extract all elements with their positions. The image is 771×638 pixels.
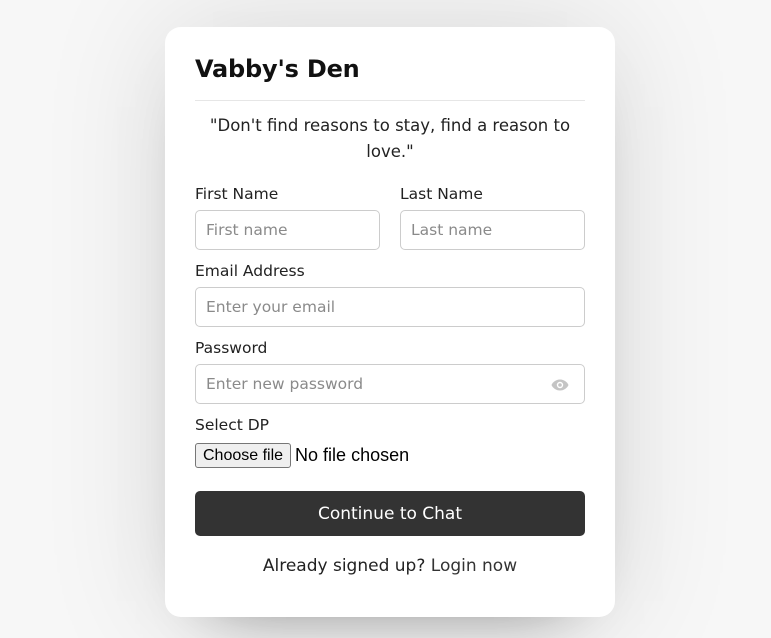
last-name-label: Last Name — [400, 185, 483, 203]
email-label: Email Address — [195, 262, 305, 280]
first-name-label: First Name — [195, 185, 279, 203]
password-label: Password — [195, 339, 268, 357]
continue-to-chat-button[interactable]: Continue to Chat — [195, 491, 585, 536]
page-title: Vabby's Den — [195, 55, 360, 83]
first-name-input[interactable] — [195, 210, 380, 250]
login-prompt: Already signed up? Login now — [195, 556, 585, 576]
eye-icon[interactable] — [551, 376, 569, 391]
email-input[interactable] — [195, 287, 585, 327]
password-input[interactable] — [195, 364, 585, 404]
file-status-text: No file chosen — [295, 445, 410, 465]
login-prompt-text: Already signed up? — [262, 556, 426, 576]
last-name-input[interactable] — [400, 210, 585, 250]
signup-card: Vabby's Den "Don't find reasons to stay,… — [165, 27, 615, 617]
login-now-link[interactable]: Login now — [431, 556, 517, 576]
dp-label: Select DP — [195, 416, 270, 434]
title-divider — [195, 100, 585, 101]
quote-text: "Don't find reasons to stay, find a reas… — [209, 116, 571, 161]
file-picker: Choose file No file chosen — [195, 443, 409, 468]
choose-file-button[interactable]: Choose file — [195, 443, 292, 468]
